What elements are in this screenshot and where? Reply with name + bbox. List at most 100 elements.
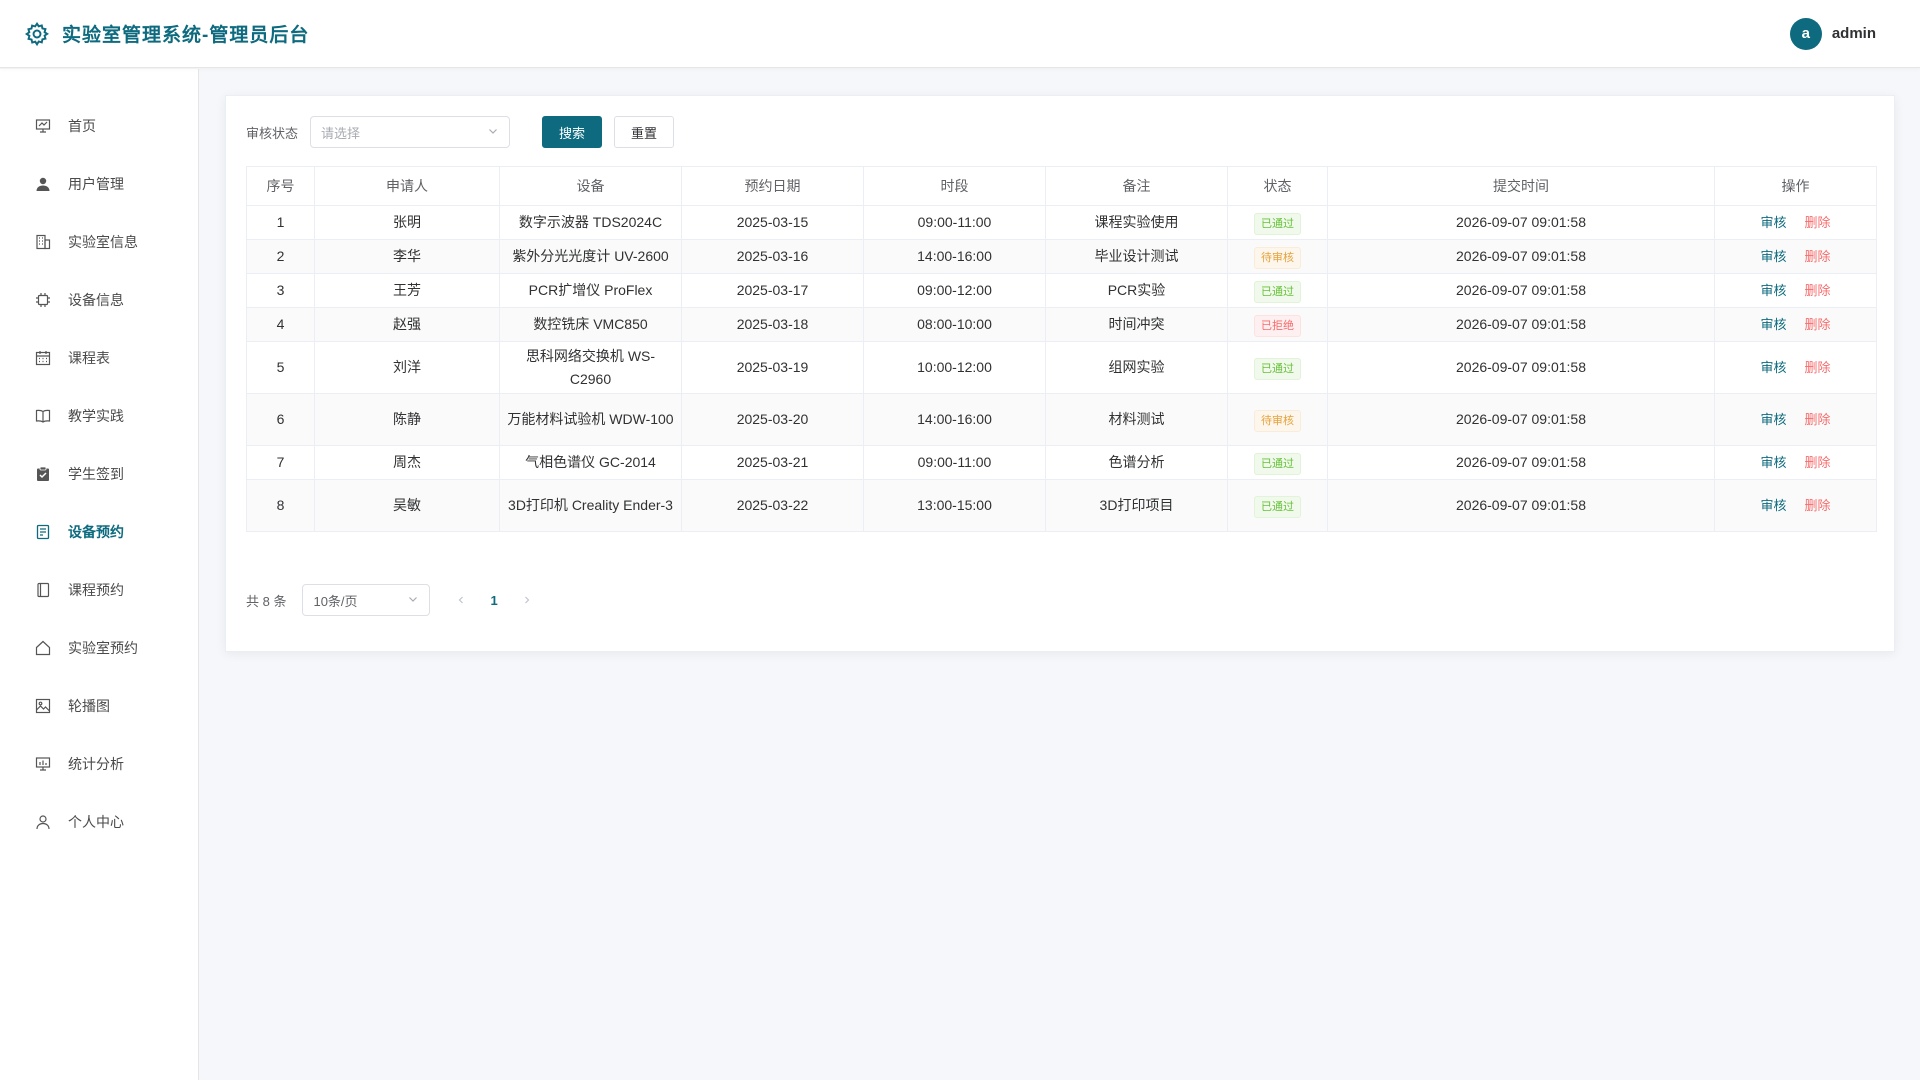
sidebar-item-student-checkin[interactable]: 学生签到 <box>0 445 198 503</box>
cell-note: 色谱分析 <box>1045 445 1228 480</box>
column-header: 申请人 <box>314 166 500 206</box>
audit-link[interactable]: 审核 <box>1760 455 1786 470</box>
status-badge: 已通过 <box>1254 212 1301 235</box>
cell-status: 已通过 <box>1227 205 1328 240</box>
cell-slot: 08:00-10:00 <box>863 307 1046 342</box>
chevron-down-icon <box>407 593 419 608</box>
cell-date: 2025-03-18 <box>681 307 864 342</box>
cell-note: PCR实验 <box>1045 273 1228 308</box>
filter-bar: 审核状态 请选择 搜索 重置 <box>246 116 675 148</box>
sidebar-item-equipment-booking[interactable]: 设备预约 <box>0 503 198 561</box>
status-badge: 已通过 <box>1254 495 1301 518</box>
delete-link[interactable]: 删除 <box>1805 215 1831 230</box>
chart-board-icon <box>34 755 52 773</box>
cell-actions: 审核 删除 <box>1714 205 1877 240</box>
sidebar-item-label: 用户管理 <box>68 176 124 192</box>
status-select[interactable]: 请选择 <box>310 116 511 148</box>
cell-actions: 审核 删除 <box>1714 341 1877 394</box>
sidebar-item-label: 教学实践 <box>68 408 124 424</box>
page-size-value: 10条/页 <box>313 593 358 609</box>
sidebar-item-timetable[interactable]: 课程表 <box>0 329 198 387</box>
column-header: 操作 <box>1714 166 1877 206</box>
status-badge: 待审核 <box>1254 409 1301 432</box>
table-row: 4 赵强 数控铣床 VMC850 2025-03-18 08:00-10:00 时间冲突 已… <box>246 307 1877 342</box>
cell-date: 2025-03-17 <box>681 273 864 308</box>
sidebar-item-course-booking[interactable]: 课程预约 <box>0 561 198 619</box>
sidebar-item-label: 设备信息 <box>68 292 124 308</box>
next-page-icon[interactable] <box>522 592 532 608</box>
cell-actions: 审核 删除 <box>1714 479 1877 532</box>
calendar-icon <box>34 349 52 367</box>
delete-link[interactable]: 删除 <box>1805 249 1831 264</box>
audit-link[interactable]: 审核 <box>1760 283 1786 298</box>
cell-applicant: 周杰 <box>314 445 500 480</box>
sidebar-item-lab-info[interactable]: 实验室信息 <box>0 213 198 271</box>
sidebar-item-users[interactable]: 用户管理 <box>0 155 198 213</box>
house-icon <box>34 639 52 657</box>
document-icon <box>34 523 52 541</box>
booking-card: 审核状态 请选择 搜索 重置 序号 申请人 设备 预约日期 时段 备注 状态 提… <box>225 95 1895 652</box>
delete-link[interactable]: 删除 <box>1805 412 1831 427</box>
status-filter-label: 审核状态 <box>246 125 299 141</box>
cell-date: 2025-03-20 <box>681 393 864 446</box>
sidebar-item-label: 实验室信息 <box>68 234 138 250</box>
audit-link[interactable]: 审核 <box>1760 317 1786 332</box>
audit-link[interactable]: 审核 <box>1760 412 1786 427</box>
delete-link[interactable]: 删除 <box>1805 455 1831 470</box>
sidebar-item-label: 学生签到 <box>68 466 124 482</box>
column-header: 提交时间 <box>1327 166 1715 206</box>
audit-link[interactable]: 审核 <box>1760 249 1786 264</box>
cell-submitted: 2026-09-07 09:01:58 <box>1327 273 1715 308</box>
sidebar-item-equipment-info[interactable]: 设备信息 <box>0 271 198 329</box>
cell-applicant: 张明 <box>314 205 500 240</box>
book-icon <box>34 407 52 425</box>
cell-no: 1 <box>246 205 315 240</box>
page-number[interactable]: 1 <box>490 593 497 608</box>
sidebar-item-carousel[interactable]: 轮播图 <box>0 677 198 735</box>
reset-button[interactable]: 重置 <box>614 116 675 148</box>
table-row: 7 周杰 气相色谱仪 GC-2014 2025-03-21 09:00-11:00 色谱分… <box>246 445 1877 480</box>
cell-no: 4 <box>246 307 315 342</box>
cell-date: 2025-03-15 <box>681 205 864 240</box>
cell-date: 2025-03-21 <box>681 445 864 480</box>
avatar[interactable]: a <box>1789 17 1822 50</box>
delete-link[interactable]: 删除 <box>1805 360 1831 375</box>
cell-slot: 10:00-12:00 <box>863 341 1046 394</box>
cell-status: 已通过 <box>1227 273 1328 308</box>
search-button[interactable]: 搜索 <box>542 116 603 148</box>
cell-actions: 审核 删除 <box>1714 445 1877 480</box>
sidebar-item-home[interactable]: 首页 <box>0 97 198 155</box>
cell-date: 2025-03-16 <box>681 239 864 274</box>
sidebar-item-lab-booking[interactable]: 实验室预约 <box>0 619 198 677</box>
audit-link[interactable]: 审核 <box>1760 498 1786 513</box>
user-menu[interactable]: a admin <box>1789 17 1876 50</box>
cell-slot: 14:00-16:00 <box>863 239 1046 274</box>
delete-link[interactable]: 删除 <box>1805 317 1831 332</box>
app-title: 实验室管理系统-管理员后台 <box>62 25 310 46</box>
notebook-icon <box>34 581 52 599</box>
sidebar-item-label: 实验室预约 <box>68 640 138 656</box>
username[interactable]: admin <box>1832 25 1876 42</box>
delete-link[interactable]: 删除 <box>1805 283 1831 298</box>
presentation-icon <box>34 117 52 135</box>
sidebar-item-teaching-practice[interactable]: 教学实践 <box>0 387 198 445</box>
cell-note: 时间冲突 <box>1045 307 1228 342</box>
column-header: 预约日期 <box>681 166 864 206</box>
audit-link[interactable]: 审核 <box>1760 360 1786 375</box>
audit-link[interactable]: 审核 <box>1760 215 1786 230</box>
cell-date: 2025-03-19 <box>681 341 864 394</box>
cell-applicant: 吴敏 <box>314 479 500 532</box>
prev-page-icon[interactable] <box>456 592 466 608</box>
column-header: 时段 <box>863 166 1046 206</box>
delete-link[interactable]: 删除 <box>1805 498 1831 513</box>
cell-device: 万能材料试验机 WDW-100 <box>499 393 682 446</box>
cell-slot: 09:00-11:00 <box>863 205 1046 240</box>
page-size-select[interactable]: 10条/页 <box>302 584 431 616</box>
sidebar-item-profile[interactable]: 个人中心 <box>0 793 198 851</box>
sidebar-item-statistics[interactable]: 统计分析 <box>0 735 198 793</box>
status-badge: 已拒绝 <box>1254 314 1301 337</box>
brand[interactable]: 实验室管理系统-管理员后台 <box>24 20 309 47</box>
chevron-down-icon <box>487 125 499 140</box>
cell-submitted: 2026-09-07 09:01:58 <box>1327 307 1715 342</box>
cell-no: 5 <box>246 341 315 394</box>
